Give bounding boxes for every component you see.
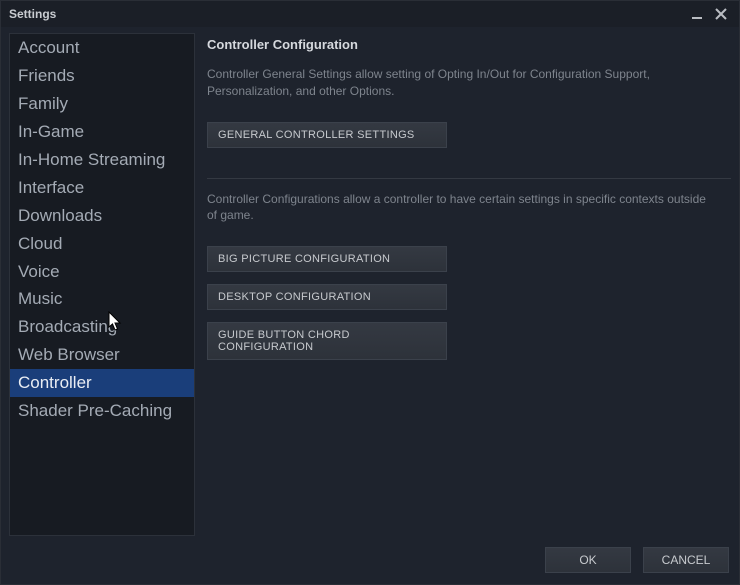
- sidebar-item-voice[interactable]: Voice: [10, 258, 194, 286]
- footer: OK CANCEL: [1, 536, 739, 584]
- desktop-configuration-button[interactable]: DESKTOP CONFIGURATION: [207, 284, 447, 310]
- minimize-icon: [691, 8, 703, 20]
- sidebar-item-cloud[interactable]: Cloud: [10, 230, 194, 258]
- ok-button[interactable]: OK: [545, 547, 631, 573]
- section-divider: [207, 178, 731, 179]
- main-panel: Controller Configuration Controller Gene…: [207, 33, 731, 536]
- sidebar-item-interface[interactable]: Interface: [10, 174, 194, 202]
- configurations-description: Controller Configurations allow a contro…: [207, 191, 707, 225]
- general-settings-description: Controller General Settings allow settin…: [207, 66, 707, 100]
- titlebar: Settings: [1, 1, 739, 27]
- sidebar-item-broadcasting[interactable]: Broadcasting: [10, 313, 194, 341]
- window-body: Account Friends Family In-Game In-Home S…: [1, 27, 739, 536]
- big-picture-configuration-button[interactable]: BIG PICTURE CONFIGURATION: [207, 246, 447, 272]
- close-button[interactable]: [711, 4, 731, 24]
- close-icon: [715, 8, 727, 20]
- cancel-button[interactable]: CANCEL: [643, 547, 729, 573]
- panel-heading: Controller Configuration: [207, 37, 731, 52]
- sidebar-item-shader-pre-caching[interactable]: Shader Pre-Caching: [10, 397, 194, 425]
- general-controller-settings-button[interactable]: GENERAL CONTROLLER SETTINGS: [207, 122, 447, 148]
- sidebar-item-in-game[interactable]: In-Game: [10, 118, 194, 146]
- minimize-button[interactable]: [687, 4, 707, 24]
- sidebar-item-music[interactable]: Music: [10, 285, 194, 313]
- sidebar: Account Friends Family In-Game In-Home S…: [9, 33, 195, 536]
- sidebar-item-family[interactable]: Family: [10, 90, 194, 118]
- sidebar-item-downloads[interactable]: Downloads: [10, 202, 194, 230]
- sidebar-item-in-home-streaming[interactable]: In-Home Streaming: [10, 146, 194, 174]
- guide-button-chord-configuration-button[interactable]: GUIDE BUTTON CHORD CONFIGURATION: [207, 322, 447, 360]
- sidebar-item-friends[interactable]: Friends: [10, 62, 194, 90]
- sidebar-item-controller[interactable]: Controller: [10, 369, 194, 397]
- sidebar-item-web-browser[interactable]: Web Browser: [10, 341, 194, 369]
- settings-window: Settings Account Friends Family In-Game …: [0, 0, 740, 585]
- window-title: Settings: [9, 7, 56, 21]
- sidebar-item-account[interactable]: Account: [10, 34, 194, 62]
